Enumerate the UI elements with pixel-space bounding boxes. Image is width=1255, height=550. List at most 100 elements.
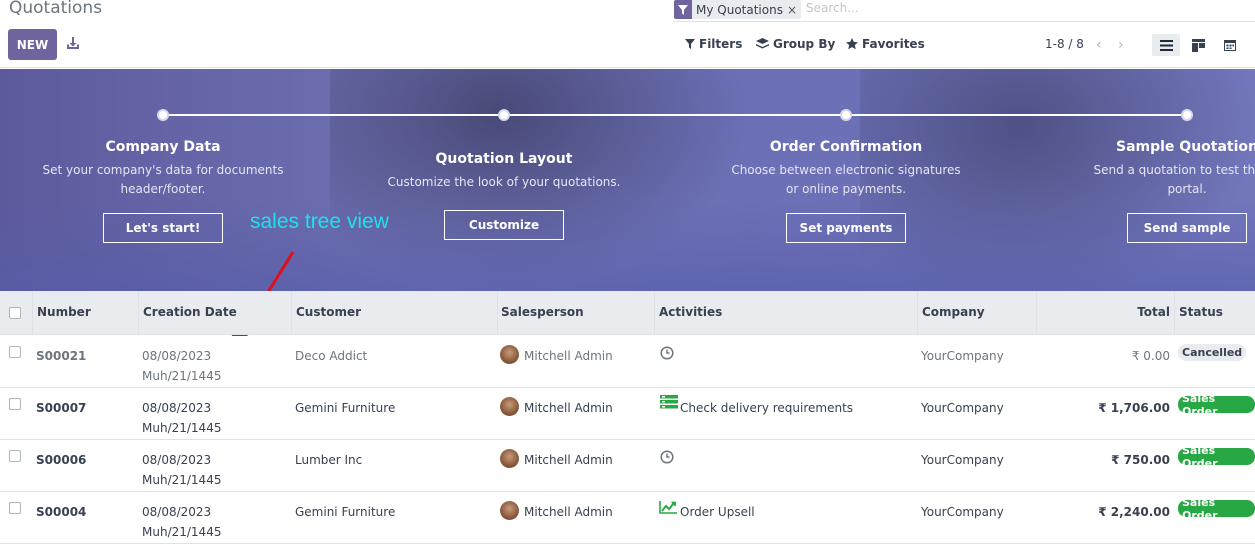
favorites-label: Favorites [862,37,925,51]
status-badge: Sales Order [1178,444,1255,470]
clock-icon[interactable] [660,346,674,364]
new-button[interactable]: NEW [8,29,57,60]
step-sample-quotation: Sample Quotation Send a quotation to tes… [1037,139,1255,199]
order-number: S00006 [36,453,87,467]
avatar[interactable] [500,449,519,468]
step-title: Company Data [105,139,221,155]
company-name: YourCompany [921,401,1004,415]
layers-icon [756,38,769,49]
pager-value[interactable]: 1-8 / 8 [1045,37,1084,51]
send-sample-button[interactable]: Send sample [1127,213,1247,243]
company-name: YourCompany [921,505,1004,519]
column-header-total[interactable]: Total [1137,305,1170,319]
pager-previous-icon[interactable]: ‹ [1096,37,1102,53]
favorites-button[interactable]: Favorites [846,37,925,51]
calendar-view-icon[interactable] [1216,34,1244,56]
creation-date: 08/08/2023 Muh/21/1445 [142,349,222,383]
activity-summary[interactable]: Check delivery requirements [680,398,853,418]
step-dot [1181,109,1193,121]
avatar[interactable] [500,501,519,520]
search-facet-label: My Quotations [696,2,783,17]
avatar[interactable] [500,345,519,364]
search-bar: My Quotations × [674,0,1255,22]
company-name: YourCompany [921,453,1004,467]
trend-up-icon[interactable] [659,500,678,518]
search-facet[interactable]: My Quotations × [674,0,802,19]
step-description: Send a quotation to test the cu portal. [1093,163,1255,196]
row-checkbox[interactable] [9,502,21,514]
step-quotation-layout: Quotation Layout Customize the look of y… [354,151,654,192]
creation-date: 08/08/2023 Muh/21/1445 [142,401,222,435]
salesperson-name: Mitchell Admin [524,505,613,519]
creation-date: 08/08/2023 Muh/21/1445 [142,505,222,539]
status-badge: Cancelled [1178,344,1247,361]
lets-start-button[interactable]: Let's start! [103,213,223,243]
annotation-label: sales tree view [250,210,389,233]
list-view-icon[interactable] [1152,34,1180,56]
clock-icon[interactable] [660,450,674,468]
customer-name: Gemini Furniture [295,401,396,415]
search-input[interactable] [806,1,1106,15]
step-description: Set your company's data for documents he… [42,163,284,196]
filters-button[interactable]: Filters [685,37,742,51]
activity-summary[interactable]: Order Upsell [680,502,755,522]
row-checkbox[interactable] [9,398,21,410]
set-payments-button[interactable]: Set payments [786,213,906,243]
pager-next-icon[interactable]: › [1118,37,1124,53]
column-header-number[interactable]: Number [37,305,91,319]
table-row[interactable]: S00006 08/08/2023 Muh/21/1445 Lumber Inc… [0,440,1255,492]
step-title: Sample Quotation [1115,139,1255,155]
column-header-salesperson[interactable]: Salesperson [501,305,584,319]
customer-name: Deco Addict [295,349,368,363]
step-dot [840,109,852,121]
step-company-data: Company Data Set your company's data for… [13,139,313,199]
column-header-company[interactable]: Company [922,305,985,319]
kanban-view-icon[interactable] [1184,34,1212,56]
status-badge: Sales Order [1178,392,1255,418]
select-all-checkbox[interactable] [9,307,21,319]
column-header-status[interactable]: Status [1179,305,1223,319]
order-number: S00007 [36,401,87,415]
filter-icon [685,39,695,49]
step-order-confirmation: Order Confirmation Choose between electr… [696,139,996,199]
star-icon [846,38,858,50]
list-icon[interactable] [660,395,678,413]
table-header: Number Creation Date Customer Salesperso… [0,291,1255,335]
row-checkbox[interactable] [9,346,21,358]
download-icon[interactable] [66,36,80,50]
salesperson-name: Mitchell Admin [524,349,613,363]
group-by-button[interactable]: Group By [756,37,835,51]
customer-name: Gemini Furniture [295,505,396,519]
group-by-label: Group By [773,37,836,51]
close-icon[interactable]: × [787,3,801,17]
total-amount: ₹ 2,240.00 [1098,505,1170,519]
status-badge: Sales Order [1178,496,1255,522]
salesperson-name: Mitchell Admin [524,401,613,415]
step-title: Order Confirmation [769,139,923,155]
order-number: S00004 [36,505,87,519]
column-header-customer[interactable]: Customer [296,305,361,319]
step-dot [498,109,510,121]
total-amount: ₹ 750.00 [1111,453,1170,467]
avatar[interactable] [500,397,519,416]
progress-track [846,114,1187,116]
control-panel: Quotations NEW My Quotations × Filters G… [0,0,1255,68]
customer-name: Lumber Inc [295,453,363,467]
table-row[interactable]: S00021 08/08/2023 Muh/21/1445 Deco Addic… [0,336,1255,388]
column-header-creation-date[interactable]: Creation Date [143,305,237,319]
row-checkbox[interactable] [9,450,21,462]
onboarding-banner: Company Data Set your company's data for… [0,69,1255,291]
step-description: Customize the look of your quotations. [387,175,621,189]
progress-track [163,114,504,116]
step-title: Quotation Layout [435,151,573,167]
step-description: Choose between electronic signatures or … [731,163,961,196]
creation-date: 08/08/2023 Muh/21/1445 [142,453,222,487]
table-row[interactable]: S00004 08/08/2023 Muh/21/1445 Gemini Fur… [0,492,1255,544]
step-dot [157,109,169,121]
table-row[interactable]: S00007 08/08/2023 Muh/21/1445 Gemini Fur… [0,388,1255,440]
progress-track [504,114,846,116]
customize-button[interactable]: Customize [444,210,564,240]
filter-icon [674,0,692,19]
salesperson-name: Mitchell Admin [524,453,613,467]
column-header-activities[interactable]: Activities [659,305,722,319]
